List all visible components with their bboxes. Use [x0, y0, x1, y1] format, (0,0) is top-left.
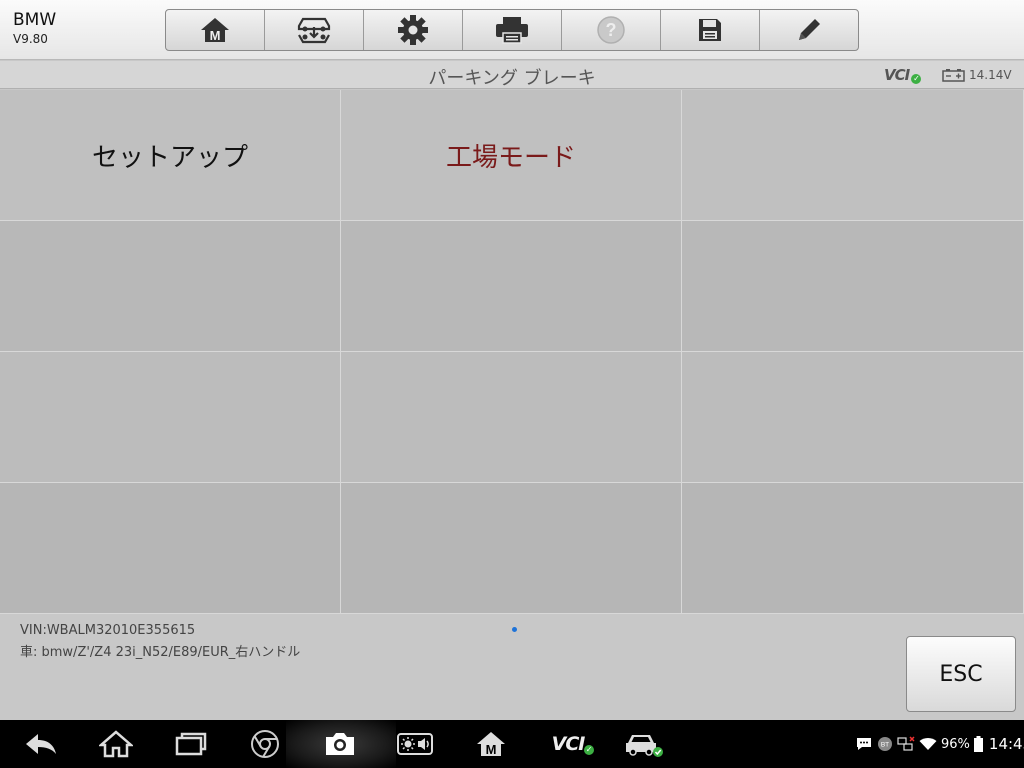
grid-cell-empty: [341, 352, 682, 483]
grid-cell-empty: [682, 90, 1024, 221]
maxisys-home-button[interactable]: M: [472, 720, 510, 768]
help-button[interactable]: ?: [562, 10, 661, 50]
svg-text:M: M: [486, 742, 497, 757]
chrome-icon: [251, 730, 279, 758]
app-version: V9.80: [13, 32, 48, 46]
home-button[interactable]: M: [166, 10, 265, 50]
home-nav-button[interactable]: [97, 720, 135, 768]
recent-apps-button[interactable]: [172, 720, 210, 768]
back-icon: [26, 734, 56, 754]
check-icon: ✓: [583, 745, 594, 755]
grid-cell-setup[interactable]: セットアップ: [0, 90, 341, 221]
recent-apps-icon: [175, 732, 207, 756]
settings-button[interactable]: [364, 10, 463, 50]
voltage-readout: 14.14V: [969, 68, 1012, 82]
battery-percent: 96%: [941, 736, 970, 752]
title-bar: パーキング ブレーキ VCI ✓ 14.14V: [0, 61, 1024, 89]
grid-cell-empty: [0, 221, 341, 352]
vehicle-path-text: 車: bmw/Z'/Z4 23i_N52/E89/EUR_右ハンドル: [20, 645, 301, 660]
page-indicator-dot: [512, 627, 517, 632]
camera-icon: [326, 733, 354, 755]
edit-button[interactable]: [760, 10, 858, 50]
grid-cell-empty: [0, 483, 341, 614]
help-icon: ?: [597, 16, 625, 44]
grid-cell-empty: [341, 483, 682, 614]
brand: BMW V9.80: [13, 10, 56, 48]
toolbar: M ?: [165, 9, 859, 51]
battery-icon: [942, 67, 966, 86]
vehicle-swap-button[interactable]: [265, 10, 364, 50]
brightness-volume-icon: [397, 733, 433, 755]
vehicle-info-footer: VIN:WBALM32010E355615 車: bmw/Z'/Z4 23i_N…: [0, 614, 1024, 720]
home-m-icon: M: [477, 732, 505, 757]
camera-button[interactable]: [320, 720, 360, 768]
grid-cell-empty: [341, 221, 682, 352]
grid-cell-empty: [682, 483, 1024, 614]
network-icon: [897, 736, 915, 751]
save-icon: [699, 19, 721, 41]
print-button[interactable]: [463, 10, 562, 50]
app-name: BMW: [13, 10, 57, 30]
vci-status: VCI ✓: [884, 66, 921, 84]
grid-cell-empty: [682, 352, 1024, 483]
home-m-icon: M: [201, 18, 229, 43]
status-clock: 14:45: [988, 735, 1024, 753]
function-grid: セットアップ 工場モード: [0, 90, 1024, 614]
check-icon: ✓: [911, 74, 921, 84]
factory-mode-label: 工場モード: [445, 142, 576, 173]
gear-icon: [398, 15, 428, 45]
vci-label: VCI: [884, 66, 910, 84]
esc-button[interactable]: ESC: [906, 636, 1016, 712]
vin-text: VIN:WBALM32010E355615: [20, 623, 196, 638]
grid-cell-empty: [682, 221, 1024, 352]
svg-text:M: M: [210, 28, 221, 43]
battery-icon: [973, 736, 983, 752]
bluetooth-icon: BT: [878, 737, 892, 751]
svg-text:?: ?: [606, 20, 617, 40]
vci-nav-button[interactable]: VCI ✓: [543, 720, 594, 768]
save-button[interactable]: [661, 10, 760, 50]
browser-button[interactable]: [246, 720, 284, 768]
status-tray: BT 96% 14:45: [855, 720, 1024, 768]
car-icon: [626, 735, 663, 757]
wifi-icon: [919, 738, 937, 750]
printer-icon: [496, 17, 528, 44]
svg-text:BT: BT: [881, 742, 889, 749]
setup-label: セットアップ: [91, 142, 248, 173]
page-title: パーキング ブレーキ: [428, 68, 596, 89]
vci-nav-label: VCI ✓: [552, 733, 594, 755]
grid-cell-empty: [0, 352, 341, 483]
home-icon: [99, 730, 133, 758]
vehicle-swap-icon: [297, 17, 331, 44]
display-sound-button[interactable]: [395, 720, 435, 768]
grid-cell-factory-mode[interactable]: 工場モード: [341, 90, 682, 221]
system-nav-bar: M VCI ✓ BT 96% 14:4: [0, 720, 1024, 768]
app-header: BMW V9.80 M ?: [0, 0, 1024, 60]
vehicle-nav-button[interactable]: [622, 720, 666, 768]
edit-pencil-icon: [799, 19, 820, 40]
back-button[interactable]: [20, 720, 62, 768]
message-icon: [857, 738, 871, 750]
